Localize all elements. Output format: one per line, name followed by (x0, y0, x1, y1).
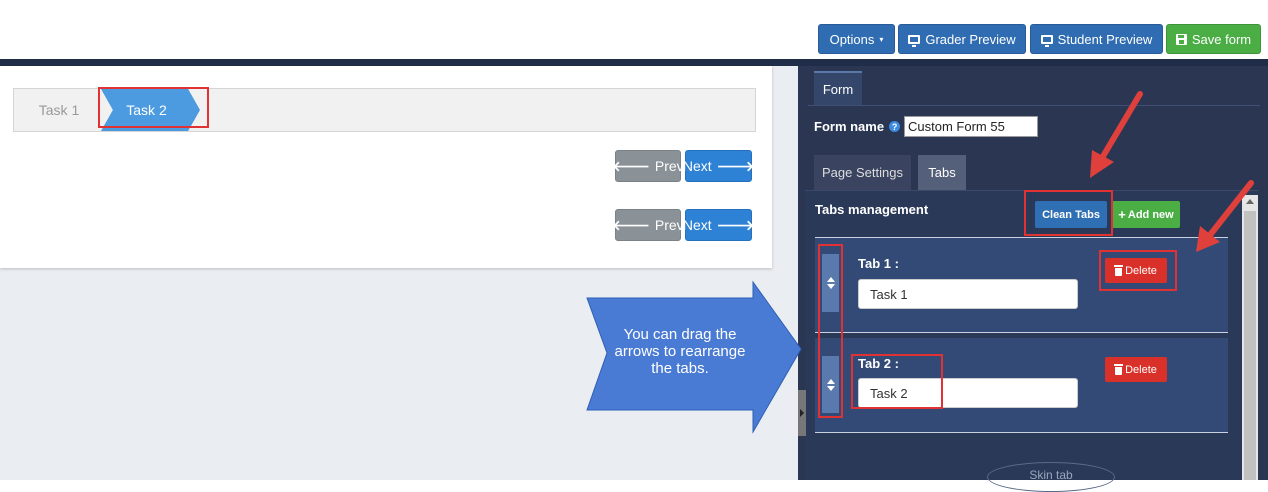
tab-form-label: Form (822, 81, 854, 97)
student-preview-button[interactable]: Student Preview (1030, 24, 1163, 54)
student-preview-label: Student Preview (1057, 31, 1153, 47)
tab-tabs-label: Tabs (928, 165, 956, 180)
save-form-label: Save form (1191, 31, 1252, 47)
highlight-task-2 (98, 87, 209, 128)
collapse-handle[interactable] (798, 390, 806, 436)
form-name-text: Form name (814, 119, 885, 134)
scroll-up-icon[interactable] (1246, 199, 1254, 204)
tab-entry-label: Tab 1 : (858, 256, 899, 271)
next-button[interactable]: Next 🡒 (682, 150, 755, 182)
callout-text: You can drag the arrows to rearrange the… (614, 326, 746, 377)
delete-tab-button[interactable]: Delete (1105, 357, 1167, 382)
arrow-left-icon: 🡐 (612, 157, 650, 174)
options-label: Options (829, 31, 875, 47)
caret-down-icon: ▾ (879, 34, 884, 44)
tab-name-input[interactable] (858, 279, 1078, 309)
arrow-right-icon: 🡒 (716, 216, 755, 233)
highlight-delete (1099, 250, 1177, 291)
task-tab-1[interactable]: Task 1 (14, 89, 104, 131)
separator (815, 332, 1228, 333)
prev-button[interactable]: 🡐 Prev (612, 150, 684, 182)
highlight-drag-handles (818, 244, 843, 418)
next-label: Next (682, 158, 712, 174)
add-new-label: Add new (1127, 208, 1174, 221)
add-new-button[interactable]: + Add new (1112, 201, 1180, 228)
highlight-clean-tabs (1024, 190, 1113, 236)
tabs-divider (808, 105, 1260, 106)
plus-icon: + (1118, 207, 1126, 222)
monitor-icon (1040, 34, 1053, 47)
options-dropdown-button[interactable]: Options ▾ (818, 24, 895, 54)
tab-tabs[interactable]: Tabs (918, 155, 966, 190)
tab-form[interactable]: Form (814, 71, 862, 105)
highlight-tab-2 (851, 354, 943, 409)
tab-page-settings[interactable]: Page Settings (814, 155, 911, 190)
prev-label: Prev (654, 217, 684, 233)
help-icon[interactable]: ? (889, 121, 901, 132)
skin-tab[interactable]: Skin tab (987, 462, 1115, 492)
task-tab-label: Task 1 (38, 102, 80, 118)
arrow-right-icon: 🡒 (716, 157, 755, 174)
next-label: Next (682, 217, 712, 233)
separator (815, 432, 1228, 433)
save-form-button[interactable]: Save form (1166, 24, 1261, 54)
monitor-icon (908, 34, 921, 47)
form-name-label: Form name ? (814, 119, 901, 134)
scrollbar-thumb[interactable] (1244, 211, 1256, 480)
grader-preview-button[interactable]: Grader Preview (898, 24, 1026, 54)
tab-page-settings-label: Page Settings (822, 165, 903, 180)
form-name-input[interactable] (904, 116, 1038, 137)
trash-icon (1114, 363, 1124, 375)
tabs-management-label: Tabs management (815, 202, 929, 217)
arrow-left-icon: 🡐 (612, 216, 650, 233)
panel-splitter[interactable] (785, 66, 798, 480)
header-divider (0, 59, 1268, 66)
next-button[interactable]: Next 🡒 (682, 209, 755, 241)
prev-label: Prev (654, 158, 684, 174)
delete-label: Delete (1125, 363, 1157, 376)
prev-button[interactable]: 🡐 Prev (612, 209, 684, 241)
grader-preview-label: Grader Preview (925, 31, 1016, 47)
save-icon (1175, 33, 1187, 45)
